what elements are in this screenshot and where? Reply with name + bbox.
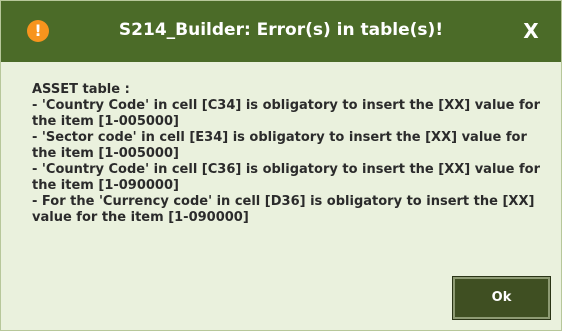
ok-button[interactable]: Ok — [452, 276, 551, 320]
error-message: ASSET table : - 'Country Code' in cell [… — [32, 82, 541, 225]
warning-icon: ! — [27, 20, 49, 42]
title-bar: ! S214_Builder: Error(s) in table(s)! X — [1, 1, 561, 62]
error-dialog: ! S214_Builder: Error(s) in table(s)! X … — [0, 0, 562, 331]
close-button[interactable]: X — [511, 13, 551, 49]
dialog-title: S214_Builder: Error(s) in table(s)! — [118, 20, 444, 40]
